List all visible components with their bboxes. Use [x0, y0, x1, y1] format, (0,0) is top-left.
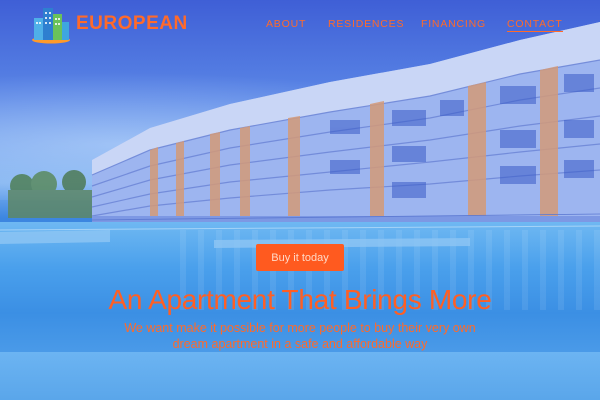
site-header: EUROPEAN ABOUT RESIDENCES FINANCING CONT… — [0, 0, 600, 50]
buy-it-today-button[interactable]: Buy it today — [256, 244, 344, 271]
nav-item-residences[interactable]: RESIDENCES — [328, 18, 404, 30]
trees — [8, 170, 92, 218]
section-divider-band — [0, 352, 600, 400]
nav-item-about[interactable]: ABOUT — [266, 18, 306, 30]
hero-headline: An Apartment That Brings More — [108, 284, 492, 315]
nav-item-contact[interactable]: CONTACT — [507, 18, 563, 32]
hero-subline: We want make it possible for more people… — [124, 321, 476, 351]
apartment-tower-logo-icon[interactable] — [30, 4, 72, 44]
brand-name[interactable]: EUROPEAN — [76, 13, 188, 35]
nav-item-financing[interactable]: FINANCING — [421, 18, 486, 30]
